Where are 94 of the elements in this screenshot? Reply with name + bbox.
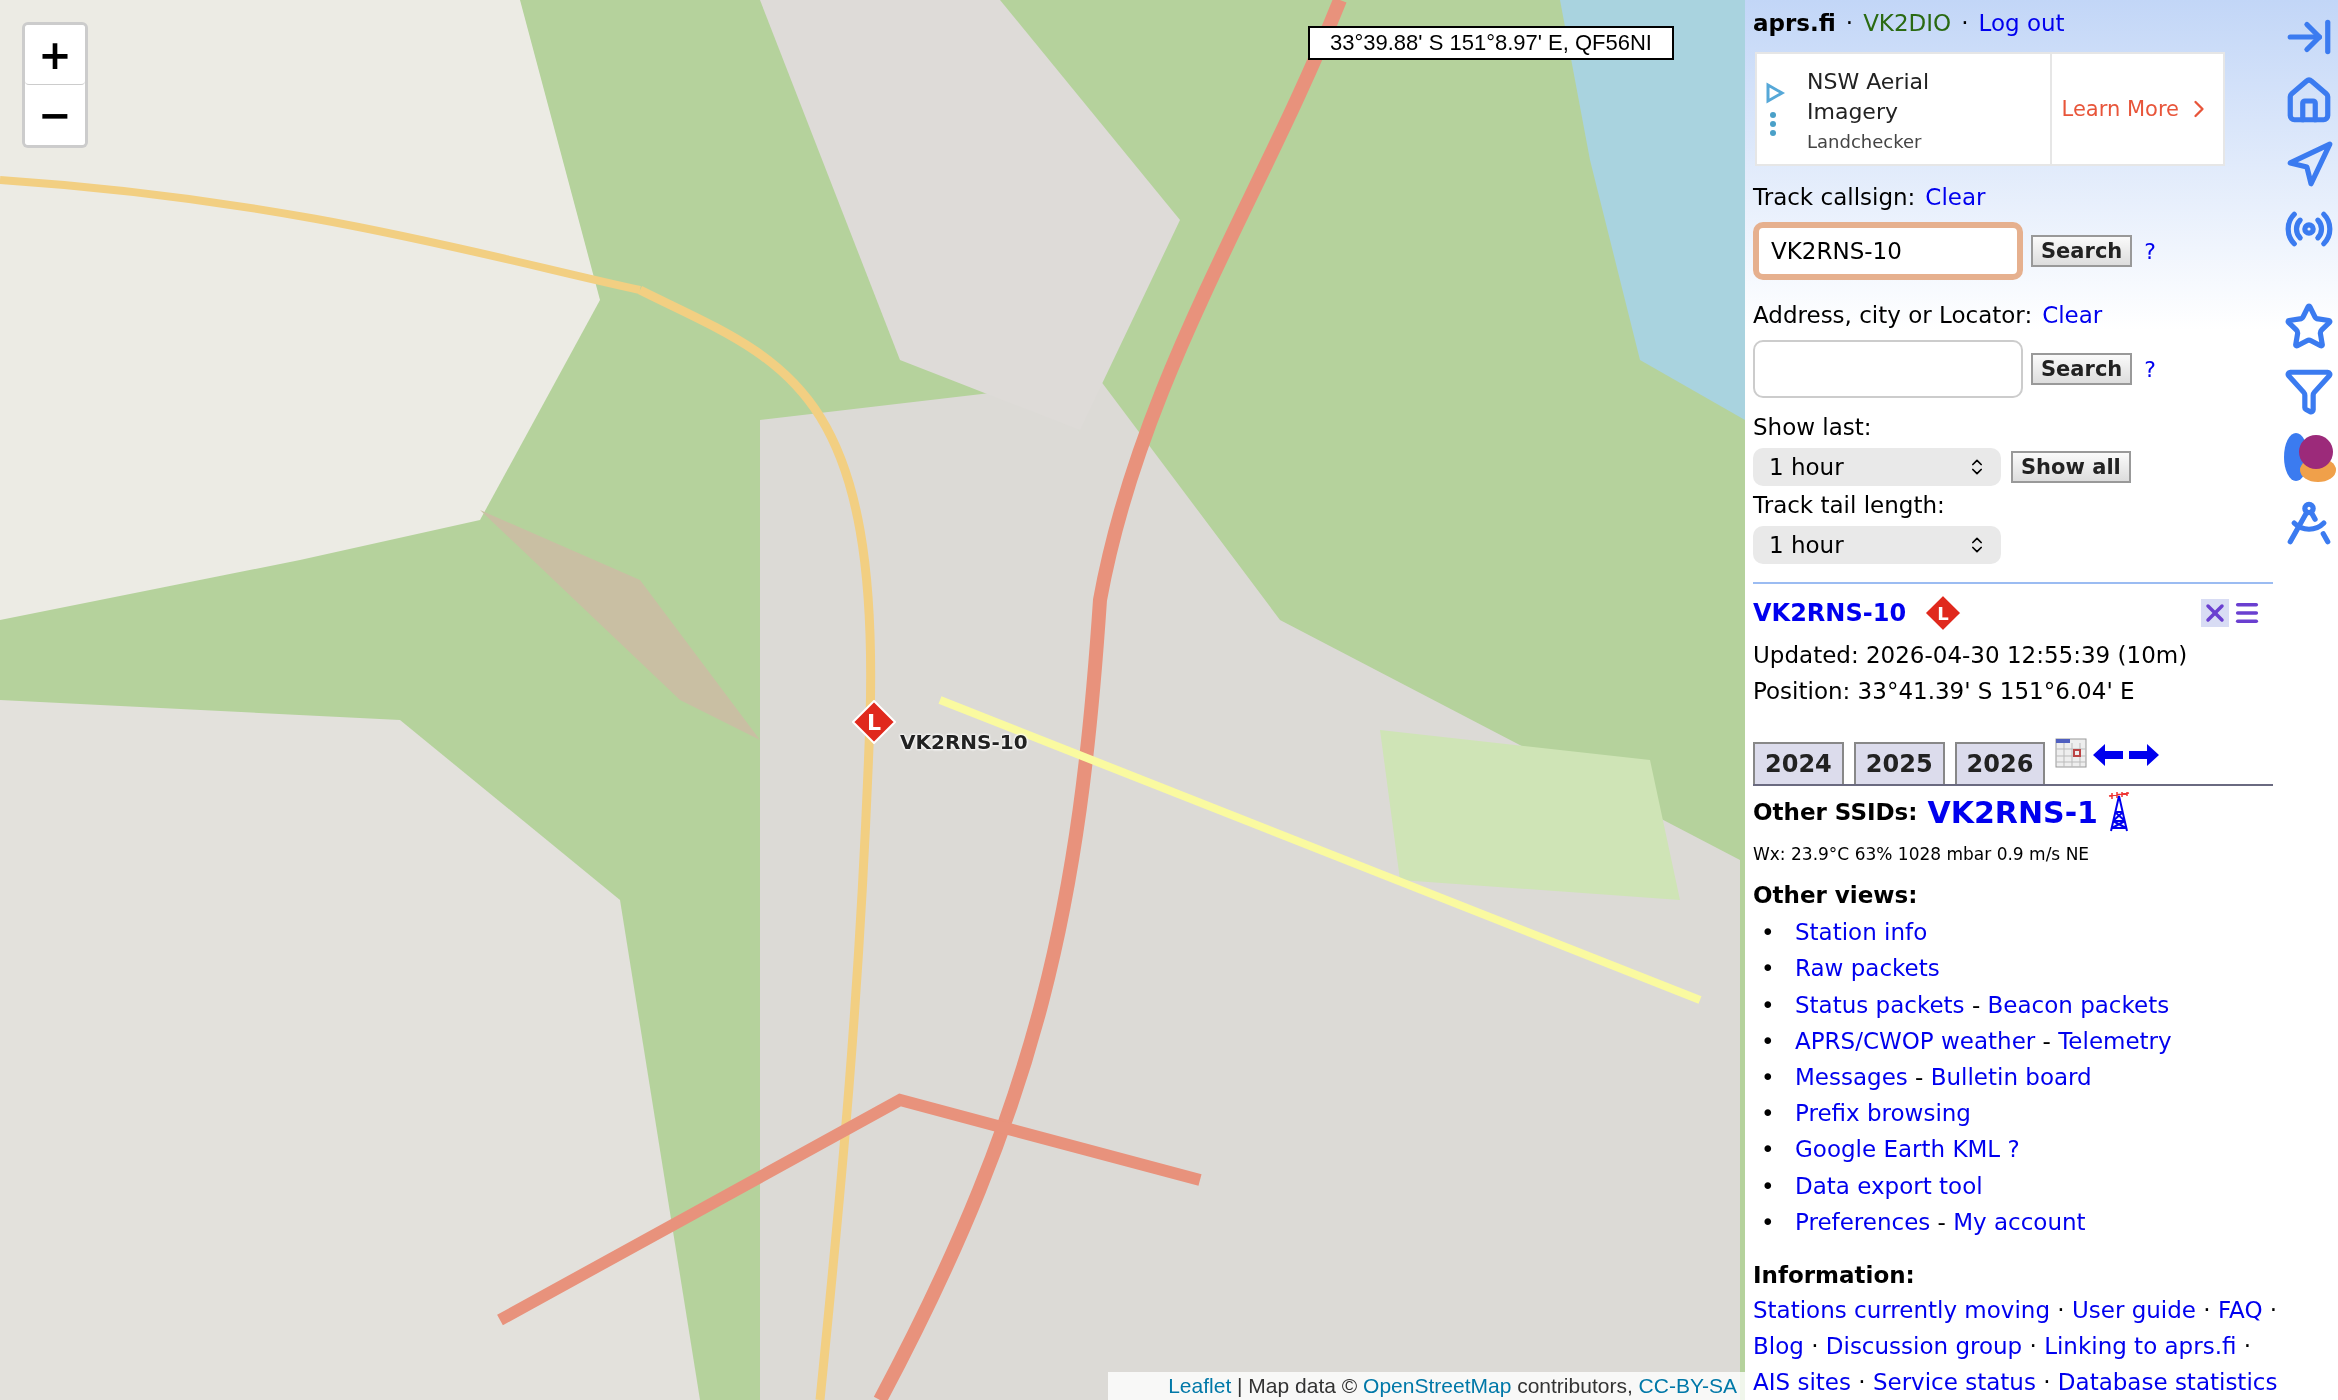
- attribution-link[interactable]: CC-BY-SA: [1638, 1374, 1737, 1397]
- link[interactable]: Preferences: [1795, 1203, 1931, 1240]
- section-heading: Information:: [1753, 1262, 1916, 1288]
- year-tab[interactable]: 2026: [1954, 742, 2046, 785]
- separator: -: [1936, 1207, 1947, 1237]
- link[interactable]: Station info: [1795, 914, 1928, 951]
- year-tab[interactable]: 2025: [1853, 742, 1945, 785]
- search-button[interactable]: Search: [2031, 353, 2133, 386]
- other-ssids-label: Other SSIDs:: [1753, 799, 1918, 826]
- attribution-link[interactable]: Leaflet: [1168, 1374, 1232, 1397]
- tower-icon: [2108, 792, 2130, 833]
- link[interactable]: Blog: [1753, 1328, 1804, 1364]
- bullet: •: [1761, 1099, 1776, 1129]
- arrow-right-icon[interactable]: [2129, 744, 2160, 767]
- separator: ·: [1961, 10, 1969, 36]
- logout-link[interactable]: Log out: [1978, 10, 2065, 36]
- advertisement[interactable]: NSW Aerial Imagery Landchecker Learn More: [1755, 52, 2225, 167]
- station-label: VK2RNS-10: [900, 730, 1028, 754]
- coordinates-readout: 33°39.88' S 151°8.97' E, QF56NI: [1308, 26, 1674, 60]
- search-button[interactable]: Search: [2031, 235, 2133, 268]
- link[interactable]: Database statistics: [2057, 1364, 2278, 1400]
- separator: ·: [1857, 1368, 1867, 1397]
- field-label: Track tail length:: [1753, 492, 1946, 519]
- separator: ·: [2202, 1296, 2212, 1325]
- search-field[interactable]: [1753, 340, 2023, 399]
- bullet: •: [1761, 1207, 1776, 1237]
- bullet: •: [1761, 918, 1776, 948]
- learn-more-link[interactable]: Learn More: [2051, 54, 2223, 165]
- duration-select[interactable]: 1 hour: [1753, 448, 2001, 487]
- link[interactable]: Messages: [1795, 1059, 1908, 1096]
- show-all-button[interactable]: Show all: [2011, 451, 2131, 484]
- separator: ·: [2056, 1296, 2066, 1325]
- link[interactable]: FAQ: [2217, 1292, 2263, 1328]
- link[interactable]: Linking to aprs.fi: [2044, 1328, 2237, 1364]
- blob-icon[interactable]: [2282, 430, 2337, 484]
- arrow-left-icon[interactable]: [2093, 744, 2124, 767]
- updated-time: Updated: 2026-04-30 12:55:39 (10m): [1753, 642, 2189, 669]
- field-label: Track callsign:: [1753, 184, 1916, 211]
- station-position: Position: 33°41.39' S 151°6.04' E: [1753, 678, 2136, 705]
- help-link[interactable]: ?: [2144, 238, 2156, 264]
- bullet: •: [1761, 990, 1776, 1020]
- ad-title: NSW Aerial Imagery: [1807, 67, 1931, 126]
- station-callsign[interactable]: VK2RNS-10: [1753, 599, 1907, 628]
- ad-choices-icon[interactable]: [1765, 81, 1785, 138]
- separator: ·: [2268, 1296, 2278, 1325]
- bullet: •: [1761, 1026, 1776, 1056]
- station-marker-icon[interactable]: L: [852, 700, 896, 744]
- clear-link[interactable]: Clear: [2042, 302, 2103, 329]
- search-field[interactable]: VK2RNS-10: [1753, 222, 2023, 281]
- separator: -: [2041, 1026, 2052, 1056]
- field-label: Address, city or Locator:: [1753, 302, 2033, 329]
- separator: ·: [2242, 1332, 2252, 1361]
- station-symbol-icon: L: [1924, 594, 1963, 633]
- tail-length-select[interactable]: 1 hour: [1753, 526, 2001, 565]
- field-label: Show last:: [1753, 414, 1873, 441]
- map-attribution: Leaflet | Map data © OpenStreetMap contributors, CC-BY-SA: [1108, 1372, 1745, 1400]
- separator: ·: [2028, 1332, 2038, 1361]
- ssid-link[interactable]: VK2RNS-1: [1927, 794, 2098, 830]
- zoom-in-button[interactable]: +: [25, 25, 85, 85]
- link[interactable]: Status packets: [1795, 986, 1965, 1023]
- bullet: •: [1761, 1171, 1776, 1201]
- bullet: •: [1761, 1063, 1776, 1092]
- site-name: aprs.fi: [1753, 10, 1836, 36]
- link[interactable]: AIS sites: [1753, 1364, 1851, 1400]
- year-tab[interactable]: 2024: [1753, 742, 1844, 785]
- ad-advertiser: Landchecker: [1807, 130, 1923, 152]
- separator: -: [1914, 1063, 1925, 1092]
- link[interactable]: Data export tool: [1795, 1167, 1983, 1204]
- section-heading: Other views:: [1753, 882, 1919, 909]
- link[interactable]: Google Earth KML ?: [1795, 1131, 2020, 1168]
- bullet: •: [1761, 1135, 1776, 1165]
- separator: ·: [1810, 1332, 1820, 1361]
- username[interactable]: VK2DIO: [1863, 10, 1952, 36]
- bullet: •: [1761, 954, 1776, 984]
- link[interactable]: APRS/CWOP weather: [1795, 1022, 2036, 1059]
- close-icon[interactable]: [2201, 599, 2230, 628]
- clear-link[interactable]: Clear: [1925, 184, 1986, 211]
- link[interactable]: Bulletin board: [1930, 1059, 2092, 1096]
- link[interactable]: Telemetry: [2058, 1022, 2172, 1059]
- link[interactable]: Prefix browsing: [1795, 1095, 1971, 1132]
- link[interactable]: Stations currently moving: [1753, 1292, 2050, 1328]
- link[interactable]: Service status: [1872, 1364, 2036, 1400]
- link[interactable]: Raw packets: [1795, 950, 1940, 987]
- separator: ·: [2042, 1368, 2052, 1397]
- separator: -: [1970, 990, 1982, 1020]
- link[interactable]: Beacon packets: [1987, 986, 2170, 1023]
- help-link[interactable]: ?: [2144, 356, 2156, 382]
- link[interactable]: My account: [1953, 1203, 2086, 1240]
- separator: ·: [1845, 10, 1854, 36]
- attribution-link[interactable]: OpenStreetMap: [1363, 1374, 1512, 1397]
- calendar-icon[interactable]: [2055, 738, 2088, 769]
- link[interactable]: User guide: [2071, 1292, 2196, 1328]
- link[interactable]: Discussion group: [1825, 1328, 2023, 1364]
- weather-reading: Wx: 23.9°C 63% 1028 mbar 0.9 m/s NE: [1753, 844, 2091, 865]
